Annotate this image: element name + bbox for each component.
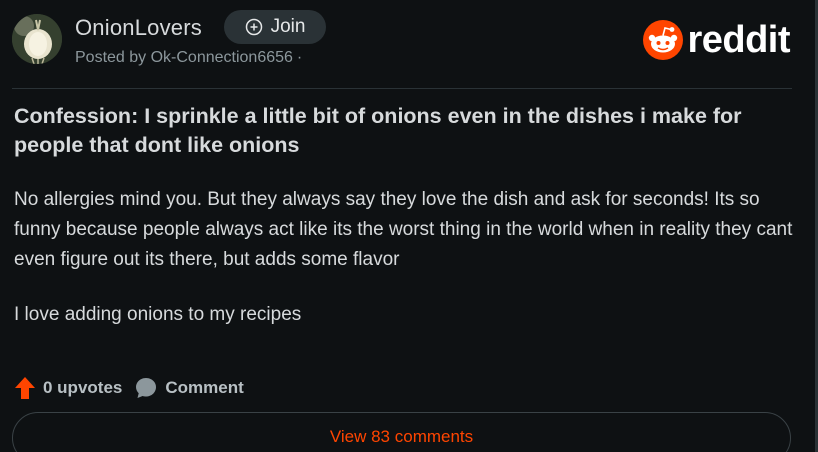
post-header: OnionLovers Join Posted by Ok-Connection… (12, 10, 798, 74)
comment-bubble-icon[interactable] (134, 376, 158, 400)
plus-circle-icon (245, 18, 262, 36)
post-body-paragraph: I love adding onions to my recipes (14, 304, 302, 325)
post-title[interactable]: Confession: I sprinkle a little bit of o… (14, 102, 794, 160)
reddit-logo[interactable]: reddit (643, 20, 790, 60)
post-actions: 0 upvotes Comment (14, 375, 244, 401)
upvote-count: 0 upvotes (43, 378, 123, 397)
view-comments-button[interactable]: View 83 comments (12, 412, 791, 452)
posted-by: Posted by Ok-Connection6656 · (75, 49, 302, 67)
comment-button[interactable]: Comment (165, 378, 243, 398)
posted-by-separator: · (296, 49, 303, 66)
view-comments-label: View 83 comments (329, 427, 474, 446)
join-button[interactable]: Join (224, 10, 326, 44)
header-divider (12, 88, 792, 89)
subreddit-avatar[interactable] (12, 14, 62, 64)
subreddit-name[interactable]: OnionLovers (75, 15, 202, 41)
reddit-snoo-icon (643, 20, 684, 60)
post-body: No allergies mind you. But they always s… (14, 185, 799, 355)
join-label: Join (270, 16, 306, 37)
onion-avatar-icon (12, 14, 62, 64)
post-body-paragraph: No allergies mind you. But they always s… (14, 189, 793, 270)
upvote-arrow-icon[interactable] (14, 376, 36, 400)
post-card: OnionLovers Join Posted by Ok-Connection… (0, 0, 818, 452)
posted-by-text[interactable]: Posted by Ok-Connection6656 (75, 49, 293, 66)
reddit-wordmark: reddit (687, 19, 790, 61)
